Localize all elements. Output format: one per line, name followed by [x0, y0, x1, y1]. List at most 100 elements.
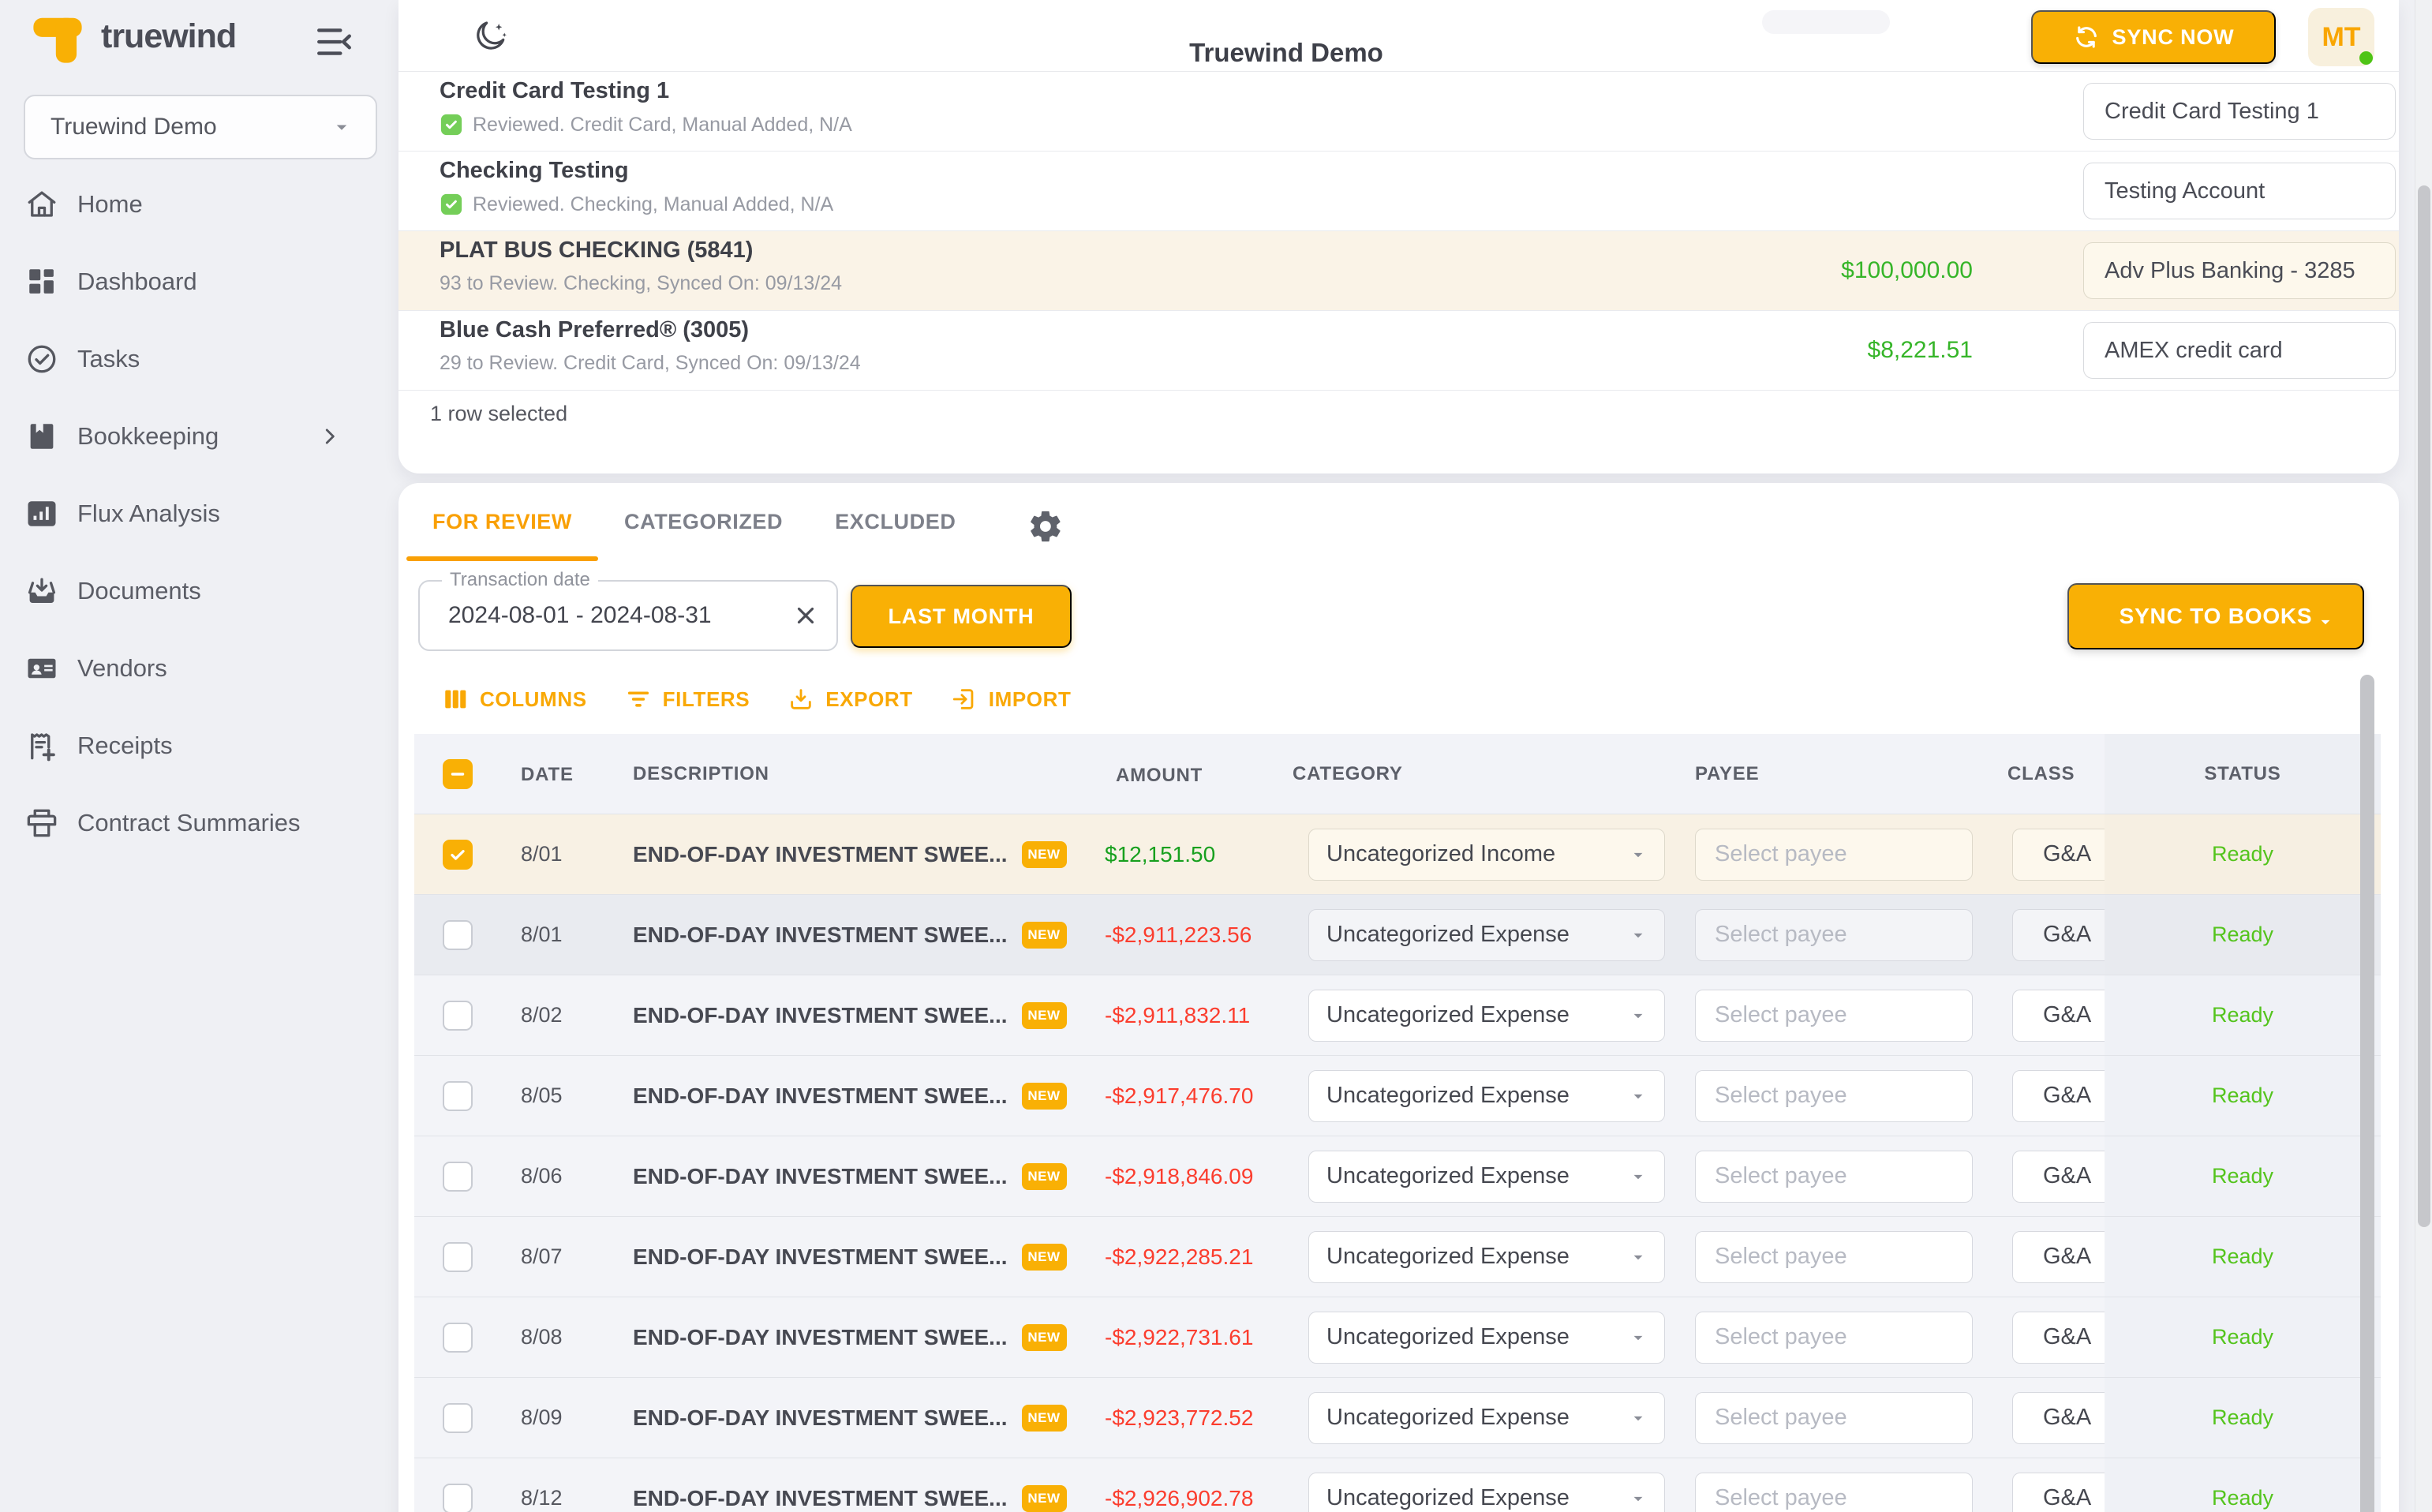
- caret-down-icon: [1628, 1408, 1648, 1428]
- class-value: G&A: [2043, 922, 2091, 948]
- sidebar-collapse-icon[interactable]: [314, 22, 354, 60]
- account-mapping-select[interactable]: Adv Plus Banking - 3285: [2083, 242, 2396, 299]
- category-select[interactable]: Uncategorized Expense: [1308, 909, 1665, 961]
- columns-button[interactable]: COLUMNS: [442, 682, 587, 717]
- inbox-tray-icon: [25, 574, 58, 608]
- transaction-description: END-OF-DAY INVESTMENT SWEE...: [633, 923, 1008, 948]
- payee-placeholder: Select payee: [1715, 1163, 1847, 1189]
- account-subtext-label: Reviewed. Checking, Manual Added, N/A: [473, 193, 833, 216]
- sidebar-item-vendors[interactable]: Vendors: [0, 630, 398, 707]
- avatar[interactable]: MT: [2308, 8, 2374, 66]
- sidebar-item-contract-summaries[interactable]: Contract Summaries: [0, 784, 398, 862]
- transaction-row[interactable]: 8/01 END-OF-DAY INVESTMENT SWEE... NEW $…: [414, 814, 2381, 894]
- import-button[interactable]: IMPORT: [951, 682, 1072, 717]
- category-value: Uncategorized Expense: [1326, 1405, 1570, 1431]
- tab-excluded[interactable]: EXCLUDED: [809, 483, 982, 561]
- transaction-row[interactable]: 8/08 END-OF-DAY INVESTMENT SWEE... NEW -…: [414, 1297, 2381, 1377]
- tab-categorized[interactable]: CATEGORIZED: [598, 483, 809, 561]
- col-header-description[interactable]: DESCRIPTION: [633, 763, 769, 785]
- payee-input[interactable]: Select payee: [1695, 990, 1973, 1042]
- transaction-row[interactable]: 8/06 END-OF-DAY INVESTMENT SWEE... NEW -…: [414, 1136, 2381, 1216]
- sidebar-item-bookkeeping[interactable]: Bookkeeping: [0, 398, 398, 475]
- transaction-row[interactable]: 8/01 END-OF-DAY INVESTMENT SWEE... NEW -…: [414, 894, 2381, 975]
- sidebar-item-flux-analysis[interactable]: Flux Analysis: [0, 475, 398, 552]
- account-row[interactable]: PLAT BUS CHECKING (5841) 93 to Review. C…: [398, 231, 2399, 311]
- transaction-row[interactable]: 8/02 END-OF-DAY INVESTMENT SWEE... NEW -…: [414, 975, 2381, 1055]
- category-select[interactable]: Uncategorized Income: [1308, 829, 1665, 881]
- transaction-date-filter[interactable]: Transaction date 2024-08-01 - 2024-08-31: [418, 580, 838, 651]
- row-checkbox[interactable]: [443, 1001, 473, 1031]
- sidebar-item-home[interactable]: Home: [0, 166, 398, 243]
- col-header-date[interactable]: DATE: [521, 764, 574, 785]
- account-subtext-label: 93 to Review. Checking, Synced On: 09/13…: [440, 272, 842, 295]
- row-checkbox[interactable]: [443, 920, 473, 950]
- account-row[interactable]: Credit Card Testing 1 Reviewed. Credit C…: [398, 72, 2399, 152]
- sync-now-button[interactable]: SYNC NOW: [2031, 10, 2276, 64]
- class-value: G&A: [2043, 1083, 2091, 1109]
- payee-input[interactable]: Select payee: [1695, 1231, 1973, 1283]
- clear-date-icon[interactable]: [792, 602, 819, 629]
- category-select[interactable]: Uncategorized Expense: [1308, 1473, 1665, 1512]
- payee-input[interactable]: Select payee: [1695, 1070, 1973, 1122]
- col-header-category[interactable]: CATEGORY: [1293, 763, 1403, 784]
- account-mapping-select[interactable]: Credit Card Testing 1: [2083, 83, 2396, 140]
- payee-input[interactable]: Select payee: [1695, 1392, 1973, 1444]
- row-checkbox[interactable]: [443, 1081, 473, 1111]
- transaction-row[interactable]: 8/07 END-OF-DAY INVESTMENT SWEE... NEW -…: [414, 1216, 2381, 1297]
- select-all-checkbox[interactable]: [443, 759, 473, 789]
- category-select[interactable]: Uncategorized Expense: [1308, 1392, 1665, 1444]
- row-checkbox[interactable]: [443, 1403, 473, 1433]
- row-checkbox[interactable]: [443, 1484, 473, 1512]
- tab-for-review[interactable]: FOR REVIEW: [406, 483, 598, 561]
- transaction-row[interactable]: 8/05 END-OF-DAY INVESTMENT SWEE... NEW -…: [414, 1055, 2381, 1136]
- table-settings-gear-icon[interactable]: [1027, 508, 1064, 545]
- payee-input[interactable]: Select payee: [1695, 829, 1973, 881]
- category-value: Uncategorized Expense: [1326, 1244, 1570, 1270]
- table-vertical-scrollbar[interactable]: [2360, 675, 2374, 1512]
- new-badge: NEW: [1022, 1485, 1067, 1512]
- col-header-amount[interactable]: AMOUNT: [1116, 765, 1203, 786]
- sidebar-item-documents[interactable]: Documents: [0, 552, 398, 630]
- payee-input[interactable]: Select payee: [1695, 909, 1973, 961]
- payee-input[interactable]: Select payee: [1695, 1312, 1973, 1364]
- export-button[interactable]: EXPORT: [788, 682, 913, 717]
- category-select[interactable]: Uncategorized Expense: [1308, 1070, 1665, 1122]
- row-checkbox[interactable]: [443, 1323, 473, 1353]
- sidebar-item-tasks[interactable]: Tasks: [0, 320, 398, 398]
- account-row[interactable]: Checking Testing Reviewed. Checking, Man…: [398, 152, 2399, 231]
- account-row[interactable]: Blue Cash Preferred® (3005) 29 to Review…: [398, 311, 2399, 391]
- category-select[interactable]: Uncategorized Expense: [1308, 1151, 1665, 1203]
- payee-input[interactable]: Select payee: [1695, 1151, 1973, 1203]
- row-checkbox[interactable]: [443, 840, 473, 870]
- account-name: PLAT BUS CHECKING (5841): [440, 238, 753, 264]
- account-subtext: Reviewed. Checking, Manual Added, N/A: [440, 193, 833, 216]
- sidebar-item-receipts[interactable]: Receipts: [0, 707, 398, 784]
- tasks-check-icon: [25, 342, 58, 376]
- transaction-row[interactable]: 8/12 END-OF-DAY INVESTMENT SWEE... NEW -…: [414, 1458, 2381, 1512]
- last-month-button[interactable]: LAST MONTH: [851, 585, 1072, 648]
- page-scrollbar-thumb[interactable]: [2418, 185, 2430, 1227]
- category-select[interactable]: Uncategorized Expense: [1308, 1231, 1665, 1283]
- filters-label: FILTERS: [663, 687, 750, 712]
- status-cell: Ready: [2105, 895, 2381, 975]
- payee-input[interactable]: Select payee: [1695, 1473, 1973, 1512]
- account-mapping-select[interactable]: Testing Account: [2083, 163, 2396, 219]
- book-icon: [25, 420, 58, 453]
- col-header-status[interactable]: STATUS: [2204, 763, 2280, 785]
- transaction-date: 8/02: [501, 1003, 623, 1027]
- transaction-row[interactable]: 8/09 END-OF-DAY INVESTMENT SWEE... NEW -…: [414, 1377, 2381, 1458]
- category-select[interactable]: Uncategorized Expense: [1308, 990, 1665, 1042]
- row-checkbox[interactable]: [443, 1162, 473, 1192]
- filters-button[interactable]: FILTERS: [625, 682, 750, 717]
- sidebar-item-dashboard[interactable]: Dashboard: [0, 243, 398, 320]
- category-select[interactable]: Uncategorized Expense: [1308, 1312, 1665, 1364]
- sync-to-books-button[interactable]: SYNC TO BOOKS: [2067, 583, 2364, 649]
- col-header-class[interactable]: CLASS: [2007, 763, 2075, 784]
- dark-mode-moon-icon[interactable]: [473, 17, 509, 54]
- page-scrollbar[interactable]: [2415, 0, 2432, 1512]
- workspace-selector[interactable]: Truewind Demo: [24, 95, 377, 159]
- payee-placeholder: Select payee: [1715, 1485, 1847, 1511]
- row-checkbox[interactable]: [443, 1242, 473, 1272]
- col-header-payee[interactable]: PAYEE: [1695, 763, 1759, 784]
- account-mapping-select[interactable]: AMEX credit card: [2083, 322, 2396, 379]
